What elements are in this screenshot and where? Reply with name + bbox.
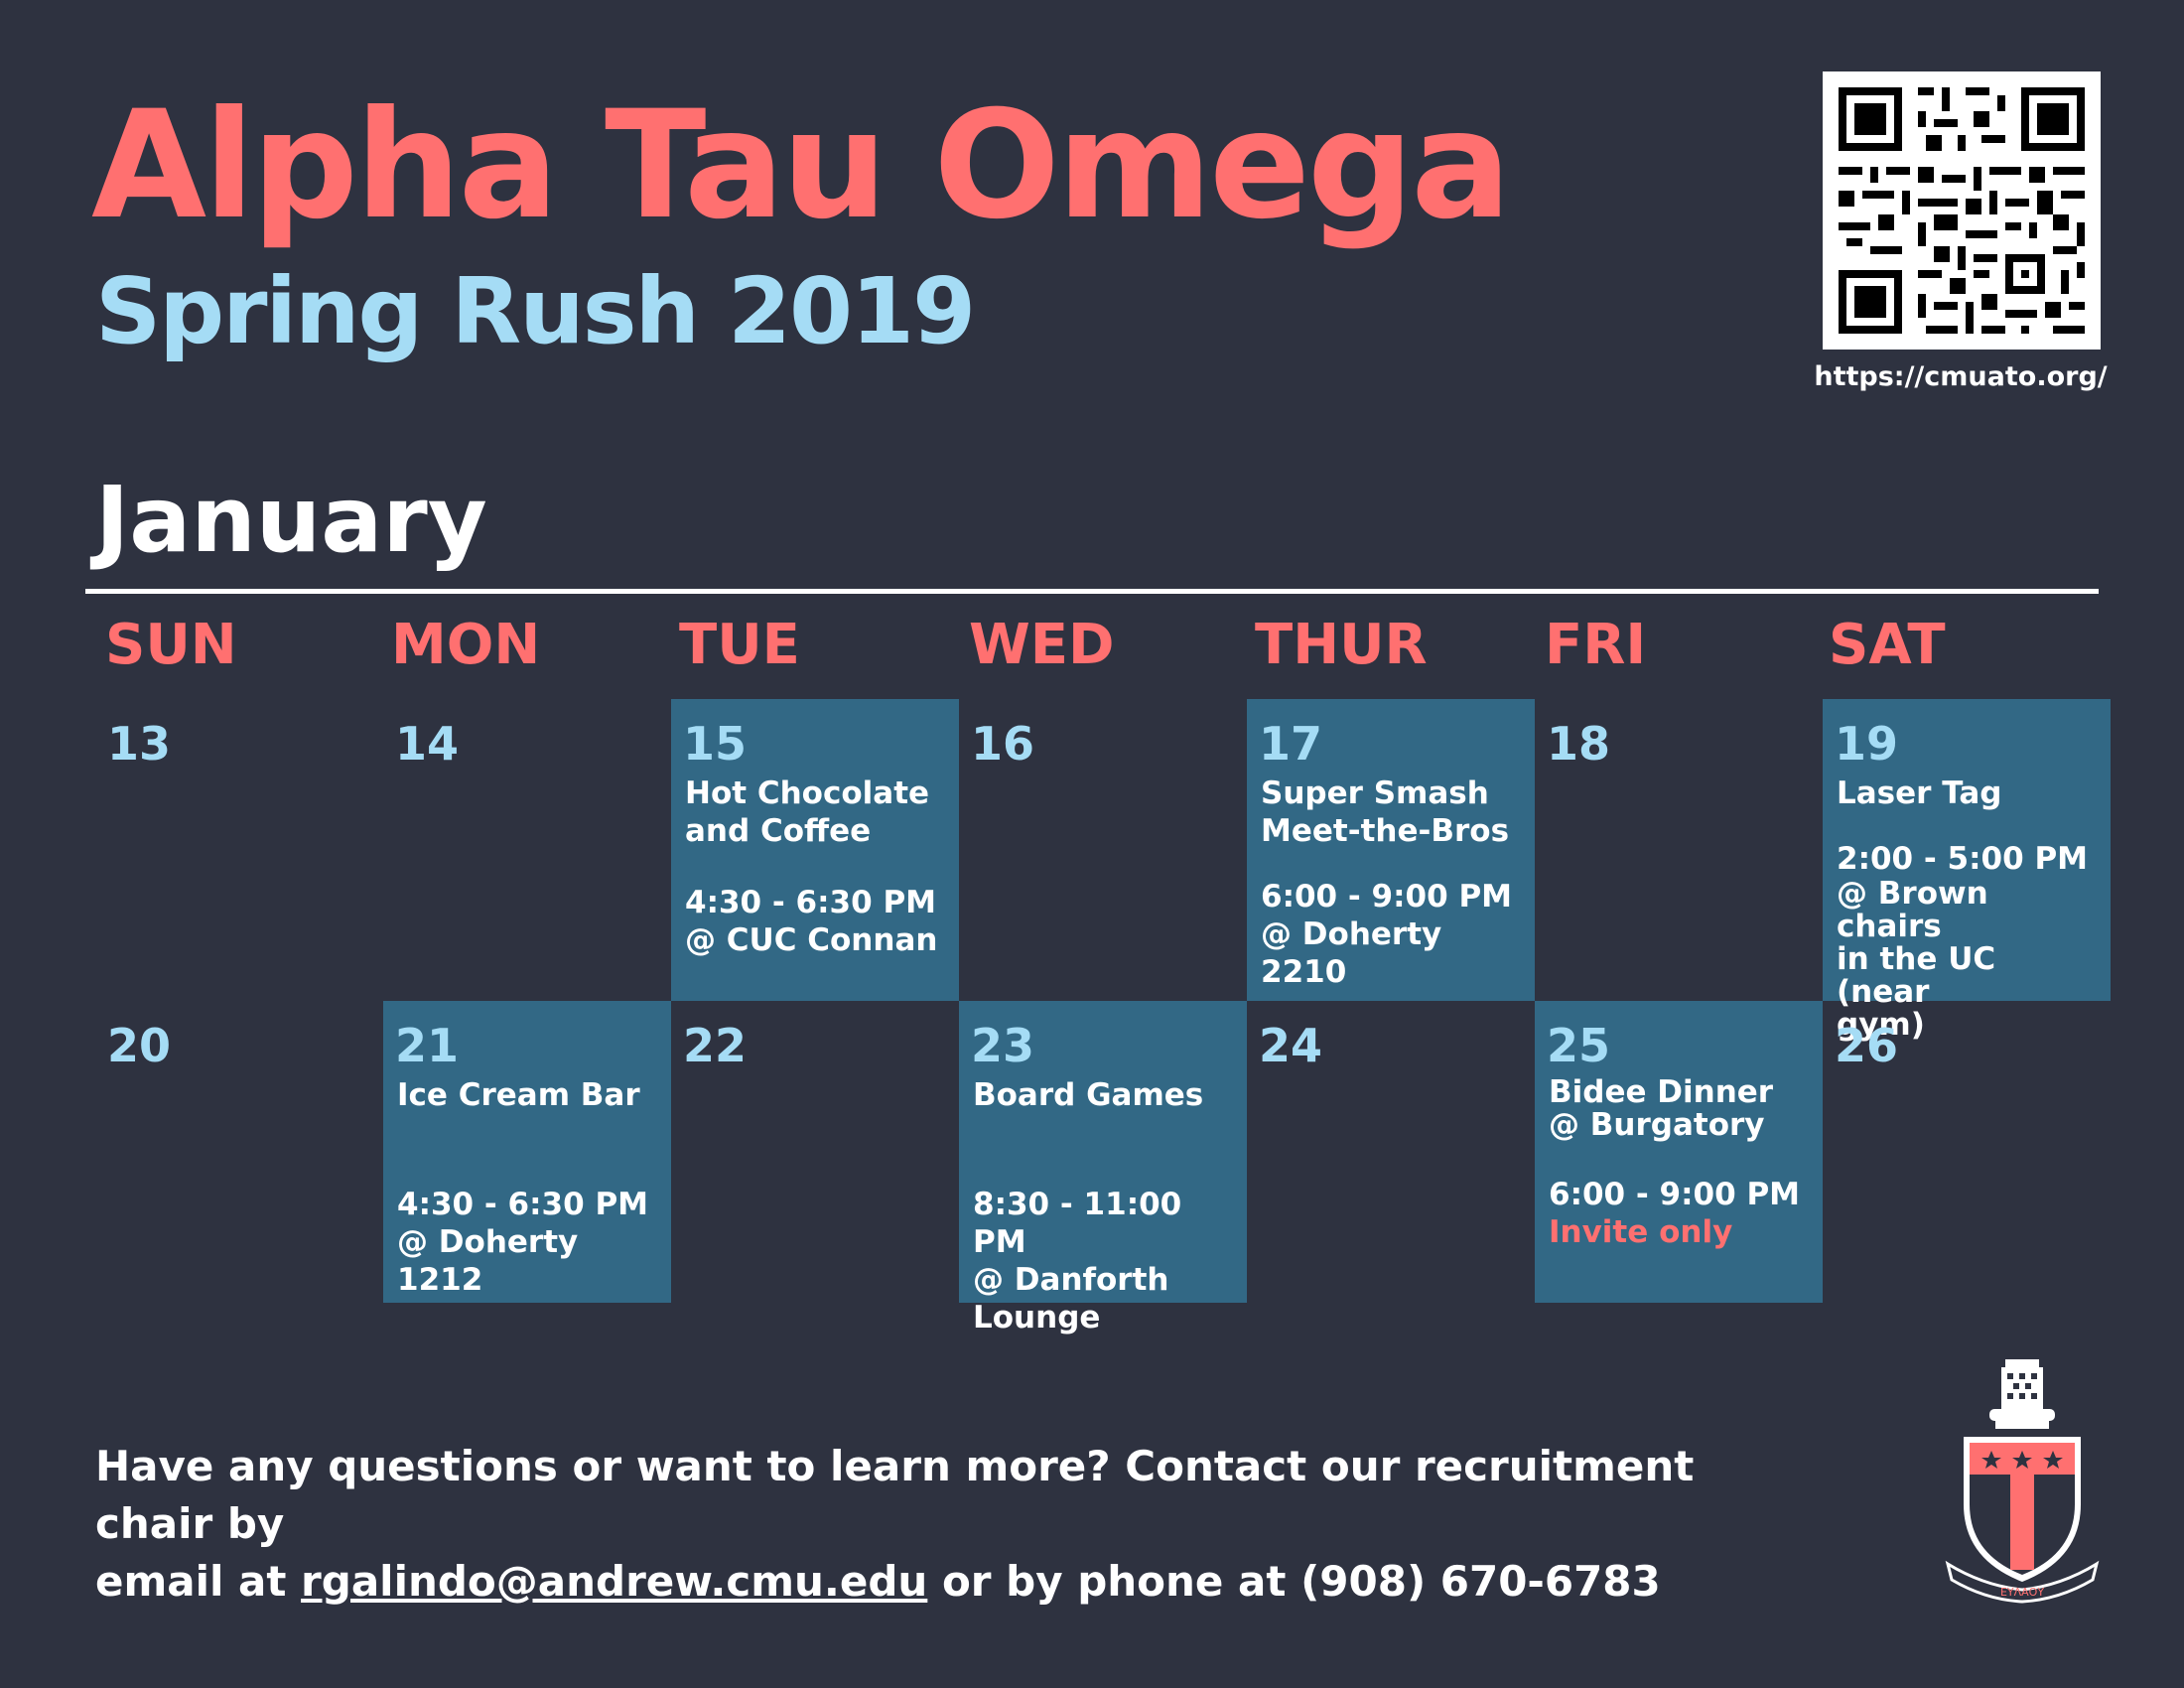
day-number: 22 <box>683 1019 748 1072</box>
footer-suffix: or by phone at (908) 670-6783 <box>927 1557 1661 1606</box>
qr-code-icon <box>1839 87 2085 334</box>
event-name: Ice Cream Bar <box>397 1077 640 1113</box>
day-number: 24 <box>1259 1019 1323 1072</box>
crest-motto: ΕΥΛΑΟΥ <box>2000 1586 2044 1599</box>
footer-prefix: email at <box>95 1557 302 1606</box>
event-time: 6:00 - 9:00 PM <box>1549 1177 1801 1212</box>
event-name: Bidee Dinner @ Burgatory <box>1549 1074 1774 1143</box>
weekday-wed: WED <box>969 613 1115 677</box>
event-name: Hot Chocolate and Coffee <box>685 775 930 849</box>
weekday-tue: TUE <box>679 613 800 677</box>
event-cell[interactable]: 23 Board Games 8:30 - 11:00 PM @ Danfort… <box>959 1001 1247 1336</box>
event-time: 8:30 - 11:00 PM <box>973 1187 1182 1260</box>
fraternity-crest: ΕΥΛΑΟΥ <box>1944 1355 2101 1604</box>
day-number: 15 <box>683 717 748 771</box>
weekday-fri: FRI <box>1545 613 1647 677</box>
event-name: Board Games <box>973 1077 1204 1113</box>
crest-icon: ΕΥΛΑΟΥ <box>1945 1359 2100 1604</box>
day-number: 19 <box>1835 717 1899 771</box>
day-cell: 26 <box>1823 1001 2111 1303</box>
day-number: 16 <box>971 717 1035 771</box>
event-location: @ Doherty 1212 <box>397 1224 579 1298</box>
page-subtitle: Spring Rush 2019 <box>95 258 976 364</box>
day-cell: 22 <box>671 1001 959 1303</box>
event-cell[interactable]: 25 Bidee Dinner @ Burgatory 6:00 - 9:00 … <box>1535 1001 1823 1303</box>
day-number: 17 <box>1259 717 1323 771</box>
contact-footer: Have any questions or want to learn more… <box>95 1438 1783 1611</box>
day-number: 18 <box>1547 717 1611 771</box>
day-number: 21 <box>395 1019 460 1072</box>
event-location: @ CUC Connan <box>685 922 938 958</box>
website-url[interactable]: https://cmuato.org/ <box>1787 361 2134 392</box>
weekday-thur: THUR <box>1255 613 1428 677</box>
event-note: Invite only <box>1549 1214 1733 1250</box>
weekday-sat: SAT <box>1829 613 1946 677</box>
event-cell[interactable]: 21 Ice Cream Bar 4:30 - 6:30 PM @ Dohert… <box>383 1001 671 1303</box>
day-cell: 13 <box>95 699 383 1001</box>
event-time: 4:30 - 6:30 PM <box>397 1187 649 1222</box>
day-number: 20 <box>107 1019 172 1072</box>
qr-code[interactable] <box>1823 71 2101 350</box>
event-cell[interactable]: 15 Hot Chocolate and Coffee 4:30 - 6:30 … <box>671 699 959 1001</box>
weekday-sun: SUN <box>105 613 237 677</box>
event-cell[interactable]: 17 Super Smash Meet-the-Bros 6:00 - 9:00… <box>1247 699 1535 1001</box>
day-number: 25 <box>1547 1019 1611 1072</box>
day-number: 13 <box>107 717 172 771</box>
day-number: 23 <box>971 1019 1035 1072</box>
page-title: Alpha Tau Omega <box>91 79 1511 252</box>
event-location: @ Doherty 2210 <box>1261 916 1442 990</box>
month-divider <box>85 589 2099 594</box>
event-name: Laser Tag <box>1837 775 2002 811</box>
weekday-mon: MON <box>391 613 541 677</box>
month-title: January <box>95 467 487 573</box>
event-name: Super Smash Meet-the-Bros <box>1261 775 1510 849</box>
event-time: 2:00 - 5:00 PM <box>1837 841 2089 877</box>
day-cell: 18 <box>1535 699 1823 1001</box>
day-cell: 16 <box>959 699 1247 1001</box>
event-time: 6:00 - 9:00 PM <box>1261 879 1513 914</box>
event-cell[interactable]: 19 Laser Tag 2:00 - 5:00 PM @ Brown chai… <box>1823 699 2111 1042</box>
day-number: 14 <box>395 717 460 771</box>
email-link[interactable]: rgalindo@andrew.cmu.edu <box>301 1557 927 1606</box>
day-cell: 20 <box>95 1001 383 1303</box>
footer-line-1: Have any questions or want to learn more… <box>95 1442 1695 1548</box>
day-cell: 14 <box>383 699 671 1001</box>
day-cell: 24 <box>1247 1001 1535 1303</box>
event-location: @ Danforth Lounge <box>973 1262 1169 1336</box>
day-number: 26 <box>1835 1019 1899 1072</box>
event-time: 4:30 - 6:30 PM <box>685 885 937 920</box>
